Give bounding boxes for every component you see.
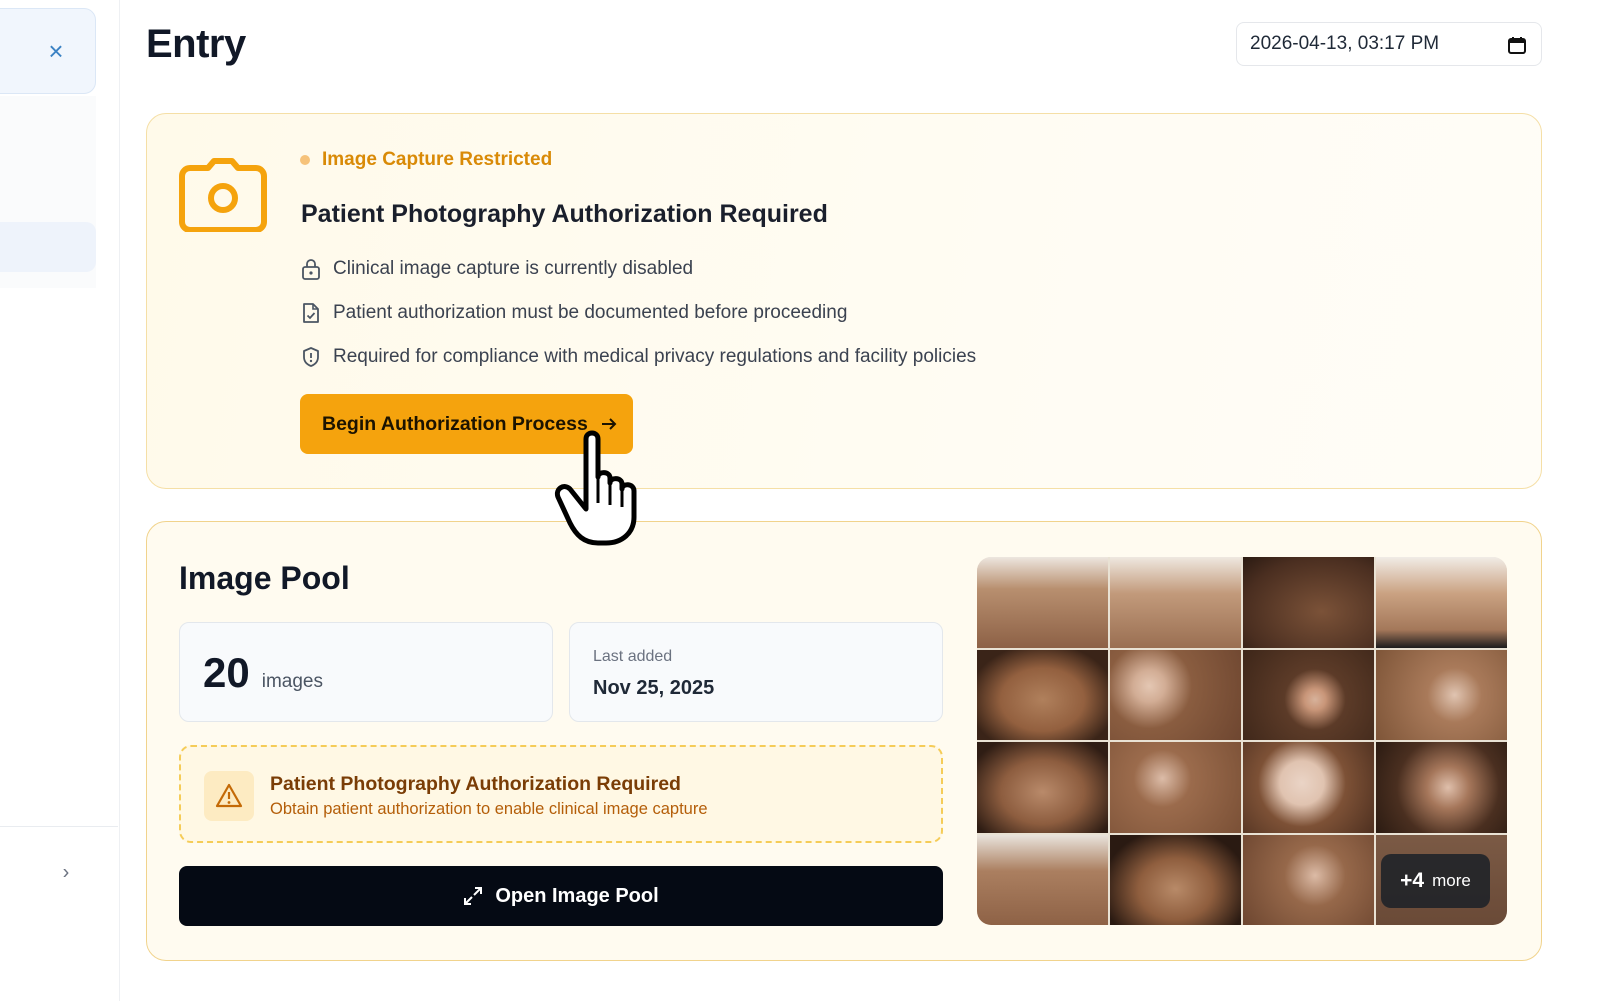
image-count-card: 20 images bbox=[179, 622, 553, 722]
close-icon[interactable]: × bbox=[48, 38, 63, 64]
thumbnail-neck-spots[interactable] bbox=[1376, 742, 1507, 833]
thumbnail-wrists-patches[interactable] bbox=[977, 834, 1108, 925]
thumbnail-neck[interactable] bbox=[1243, 557, 1374, 648]
warning-icon bbox=[215, 783, 243, 808]
requirement-text: Patient authorization must be documented… bbox=[333, 302, 848, 323]
warning-subtitle: Obtain patient authorization to enable c… bbox=[270, 800, 708, 818]
last-added-value: Nov 25, 2025 bbox=[593, 677, 715, 699]
lock-icon bbox=[302, 259, 320, 280]
status-dot bbox=[300, 155, 310, 165]
sidebar-divider bbox=[0, 826, 118, 827]
thumbnail-hand-patches[interactable] bbox=[1110, 649, 1241, 740]
requirement-item: Required for compliance with medical pri… bbox=[301, 346, 976, 368]
sidebar-item-active[interactable] bbox=[0, 222, 96, 272]
thumbnail-hand-patches[interactable] bbox=[1243, 834, 1374, 925]
calendar-icon[interactable] bbox=[1507, 35, 1527, 55]
requirement-item: Patient authorization must be documented… bbox=[301, 302, 847, 324]
status-badge: Image Capture Restricted bbox=[300, 149, 552, 171]
status-label: Image Capture Restricted bbox=[322, 149, 553, 170]
image-pool-title: Image Pool bbox=[179, 560, 350, 596]
thumbnail-hands[interactable] bbox=[1110, 557, 1241, 648]
hand-pointer-cursor-icon bbox=[554, 430, 637, 546]
datetime-input[interactable]: 2026-04-13, 03:17 PM bbox=[1236, 22, 1542, 66]
auth-title: Patient Photography Authorization Requir… bbox=[301, 200, 828, 228]
more-label: more bbox=[1432, 871, 1471, 890]
requirement-text: Required for compliance with medical pri… bbox=[333, 346, 977, 367]
image-count: 20 bbox=[203, 649, 250, 696]
document-check-icon bbox=[303, 303, 319, 323]
open-image-pool-button[interactable]: Open Image Pool bbox=[179, 866, 943, 926]
requirement-item: Clinical image capture is currently disa… bbox=[301, 258, 693, 280]
more-images-badge[interactable]: +4 more bbox=[1381, 854, 1490, 908]
warning-icon-box bbox=[204, 771, 254, 821]
page-title: Entry bbox=[146, 22, 246, 66]
last-added-card: Last added Nov 25, 2025 bbox=[569, 622, 943, 722]
camera-icon bbox=[179, 158, 267, 232]
thumbnail-face[interactable] bbox=[1110, 834, 1241, 925]
begin-authorization-label: Begin Authorization Process bbox=[322, 412, 588, 435]
open-image-pool-label: Open Image Pool bbox=[495, 884, 659, 907]
warning-title: Patient Photography Authorization Requir… bbox=[270, 773, 681, 795]
authorization-warning: Patient Photography Authorization Requir… bbox=[179, 745, 943, 843]
sidebar: × › bbox=[0, 0, 120, 1001]
chevron-right-icon[interactable]: › bbox=[63, 862, 70, 885]
thumbnail-hands[interactable] bbox=[977, 557, 1108, 648]
thumbnail-face[interactable] bbox=[977, 649, 1108, 740]
last-added-label: Last added bbox=[593, 648, 673, 665]
image-count-unit: images bbox=[261, 671, 323, 692]
thumbnail-hands-patches[interactable] bbox=[1110, 742, 1241, 833]
more-count: +4 bbox=[1400, 869, 1425, 892]
requirement-text: Clinical image capture is currently disa… bbox=[333, 258, 694, 279]
thumbnail-neck-patch[interactable] bbox=[1243, 649, 1374, 740]
thumbnail-forearms[interactable] bbox=[1376, 557, 1507, 648]
thumbnail-face-patches[interactable] bbox=[977, 742, 1108, 833]
thumbnail-wrists[interactable] bbox=[1376, 649, 1507, 740]
shield-icon bbox=[303, 347, 319, 367]
expand-icon bbox=[464, 887, 483, 905]
datetime-value: 2026-04-13, 03:17 PM bbox=[1250, 33, 1440, 54]
thumbnail-skin-patches[interactable] bbox=[1243, 742, 1374, 833]
